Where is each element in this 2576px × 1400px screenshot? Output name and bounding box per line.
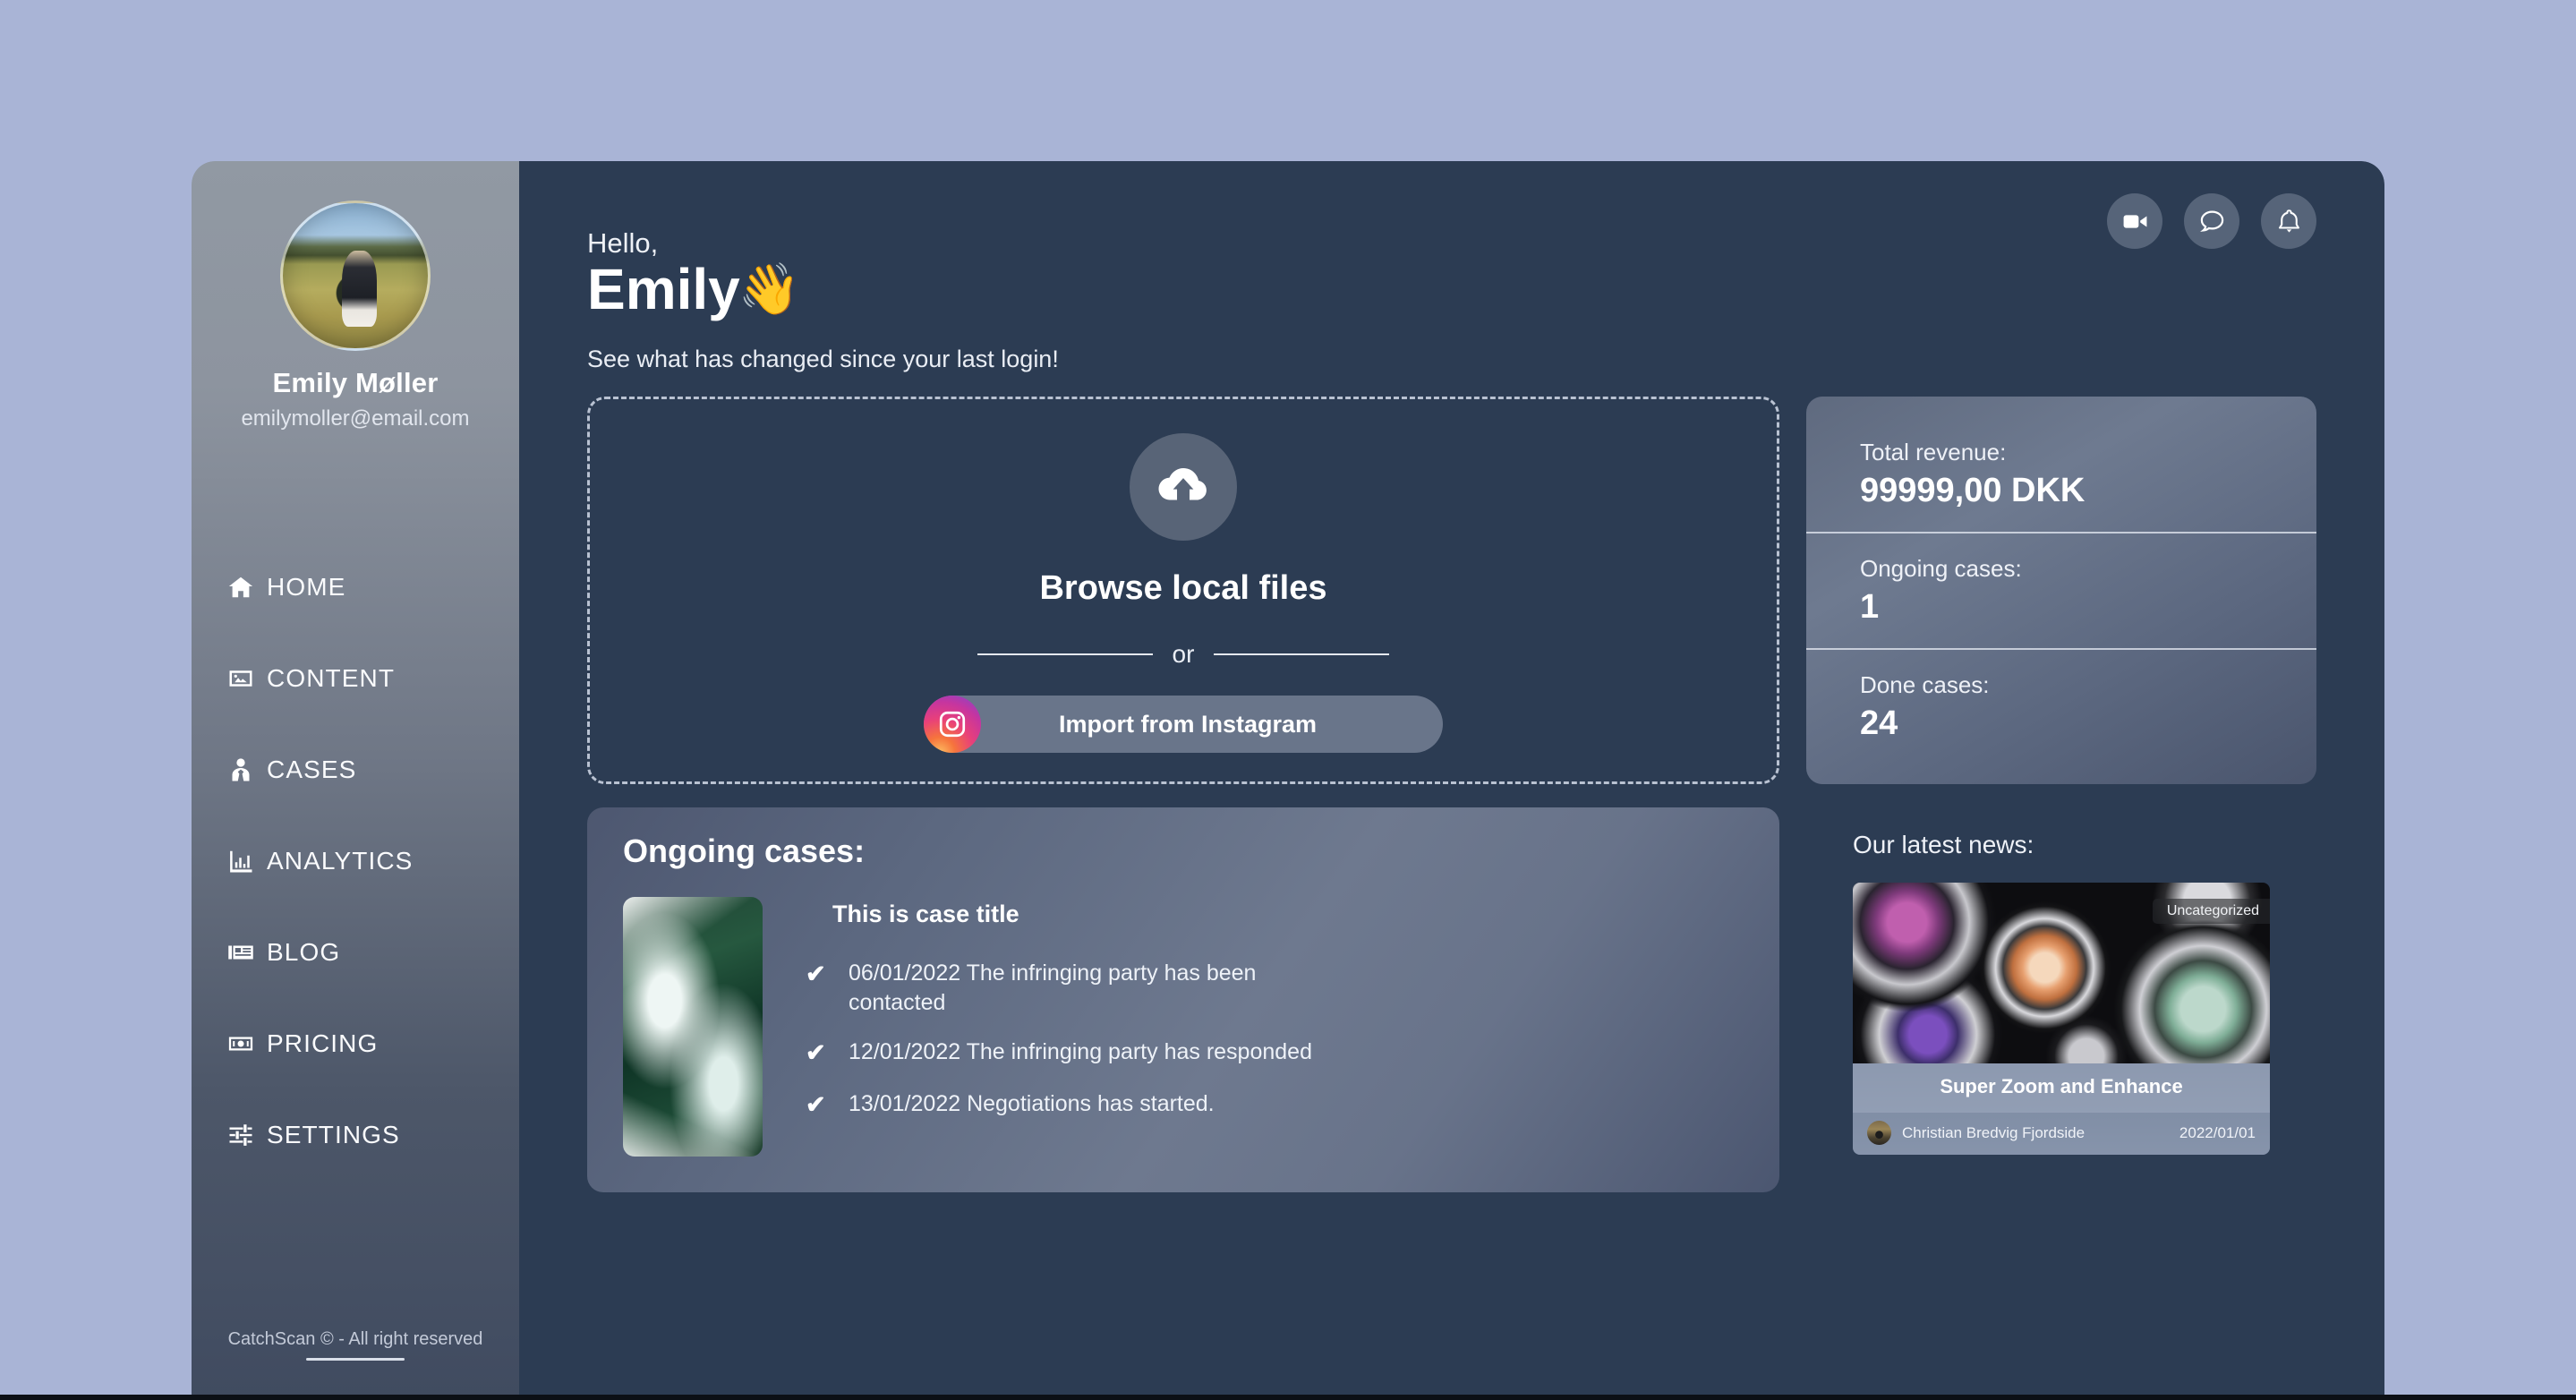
sidebar-item-label: HOME <box>267 573 346 601</box>
user-tie-icon <box>227 756 254 783</box>
case-thumbnail[interactable] <box>623 897 763 1157</box>
or-line-right <box>1214 653 1389 655</box>
instagram-button-label: Import from Instagram <box>1058 710 1318 738</box>
case-details: This is case title ✔ 06/01/2022 The infr… <box>806 897 1744 1157</box>
sidebar-item-label: PRICING <box>267 1029 379 1057</box>
bell-icon <box>2278 209 2299 233</box>
avatar <box>280 201 431 351</box>
image-icon <box>227 665 254 692</box>
footer-divider <box>306 1358 405 1361</box>
stat-value: 1 <box>1860 587 1880 626</box>
avatar <box>1867 1121 1891 1145</box>
money-bill-icon <box>227 1030 254 1057</box>
video-camera-icon <box>2123 214 2146 228</box>
sidebar-footer: CatchScan © - All right reserved <box>192 1329 519 1361</box>
greeting-hello: Hello, <box>587 227 659 259</box>
stats-panel: Total revenue: 99999,00 DKK Ongoing case… <box>1806 397 2316 784</box>
stat-ongoing-cases: Ongoing cases: 1 <box>1806 531 2316 648</box>
news-thumbnail: Uncategorized <box>1853 883 2270 1063</box>
upload-stats-row: Browse local files or Import from Instag… <box>587 397 2316 784</box>
stat-value: 24 <box>1860 704 1898 742</box>
browse-files-label: Browse local files <box>1039 569 1327 607</box>
stat-label: Done cases: <box>1860 670 1990 698</box>
case-event-text: 13/01/2022 Negotiations has started. <box>849 1090 1215 1116</box>
profile-block: Emily Møller emilymoller@email.com <box>192 161 519 431</box>
profile-name: Emily Møller <box>272 367 439 398</box>
news-meta-row: Christian Bredvig Fjordside 2022/01/01 <box>1853 1113 2270 1155</box>
sidebar-item-label: ANALYTICS <box>267 847 414 875</box>
latest-news-card: Our latest news: Uncategorized Super Zoo… <box>1806 807 2316 1192</box>
sidebar-item-label: BLOG <box>267 938 341 966</box>
main-content: Hello, Emily 👋 See what has changed sinc… <box>519 161 2384 1400</box>
case-timeline-list: ✔ 06/01/2022 The infringing party has be… <box>806 959 1744 1121</box>
newspaper-icon <box>227 939 254 966</box>
greeting-name: Emily <box>587 257 740 321</box>
stat-label: Ongoing cases: <box>1860 554 2022 582</box>
sidebar-item-pricing[interactable]: PRICING <box>227 1022 519 1065</box>
status-badge: Uncategorized <box>2152 899 2270 924</box>
profile-email: emilymoller@email.com <box>241 406 470 431</box>
check-icon: ✔ <box>806 1039 826 1066</box>
sidebar-nav: HOME CONTENT CASES ANALYTICS BLOG PRICIN… <box>192 566 519 1205</box>
news-headline: Super Zoom and Enhance <box>1853 1063 2270 1113</box>
sidebar-item-cases[interactable]: CASES <box>227 748 519 791</box>
cases-news-row: Ongoing cases: This is case title ✔ 06/0… <box>587 807 2316 1192</box>
stat-value: 99999,00 DKK <box>1860 471 2086 509</box>
upload-icon-circle <box>1130 433 1237 541</box>
sidebar-item-analytics[interactable]: ANALYTICS <box>227 840 519 883</box>
greeting-name-row: Emily 👋 <box>587 256 2316 322</box>
sidebar-item-blog[interactable]: BLOG <box>227 931 519 974</box>
notifications-button[interactable] <box>2261 193 2316 249</box>
list-item: ✔ 06/01/2022 The infringing party has be… <box>806 959 1744 1018</box>
chat-bubble-icon <box>2199 210 2223 232</box>
cloud-upload-icon <box>1158 468 1207 500</box>
stat-label: Total revenue: <box>1860 438 2007 465</box>
bar-chart-icon <box>227 848 254 875</box>
sidebar-item-home[interactable]: HOME <box>227 566 519 609</box>
import-from-instagram-button[interactable]: Import from Instagram <box>924 696 1443 753</box>
video-call-button[interactable] <box>2107 193 2162 249</box>
greeting-block: Hello, Emily 👋 See what has changed sinc… <box>587 161 2316 373</box>
waving-hand-icon: 👋 <box>738 260 801 317</box>
bottom-strip <box>0 1395 2576 1400</box>
sidebar-item-label: SETTINGS <box>267 1121 400 1148</box>
list-item: ✔ 12/01/2022 The infringing party has re… <box>806 1037 1744 1070</box>
home-icon <box>227 574 254 601</box>
case-event-text: 12/01/2022 The infringing party has resp… <box>849 1039 1312 1064</box>
copyright-text: CatchScan © - All right reserved <box>227 1329 483 1349</box>
app-window: Emily Møller emilymoller@email.com HOME … <box>192 161 2384 1400</box>
instagram-icon <box>924 696 981 753</box>
sidebar-item-settings[interactable]: SETTINGS <box>227 1114 519 1157</box>
ongoing-cases-card: Ongoing cases: This is case title ✔ 06/0… <box>587 807 1779 1192</box>
sidebar-item-label: CONTENT <box>267 664 396 692</box>
sidebar-item-label: CASES <box>267 755 357 783</box>
sliders-icon <box>227 1122 254 1148</box>
latest-news-title: Our latest news: <box>1853 831 2034 858</box>
greeting-subtitle: See what has changed since your last log… <box>587 346 1059 372</box>
list-item: ✔ 13/01/2022 Negotiations has started. <box>806 1089 1744 1122</box>
or-line-left <box>977 653 1153 655</box>
ongoing-cases-title: Ongoing cases: <box>623 832 866 869</box>
sidebar: Emily Møller emilymoller@email.com HOME … <box>192 161 519 1400</box>
news-author: Christian Bredvig Fjordside <box>1902 1123 2086 1141</box>
file-dropzone[interactable]: Browse local files or Import from Instag… <box>587 397 1779 784</box>
news-article[interactable]: Uncategorized Super Zoom and Enhance Chr… <box>1853 883 2270 1155</box>
topbar-actions <box>2107 193 2316 249</box>
stat-total-revenue: Total revenue: 99999,00 DKK <box>1806 417 2316 532</box>
messages-button[interactable] <box>2184 193 2239 249</box>
case-title: This is case title <box>832 901 1019 927</box>
case-event-text: 06/01/2022 The infringing party has been… <box>849 960 1257 1015</box>
news-date: 2022/01/01 <box>2179 1123 2256 1141</box>
case-body: This is case title ✔ 06/01/2022 The infr… <box>623 897 1744 1157</box>
check-icon: ✔ <box>806 1090 826 1118</box>
or-divider: or <box>977 640 1389 669</box>
sidebar-item-content[interactable]: CONTENT <box>227 657 519 700</box>
or-label: or <box>1172 640 1195 668</box>
stat-done-cases: Done cases: 24 <box>1806 647 2316 764</box>
check-icon: ✔ <box>806 960 826 987</box>
